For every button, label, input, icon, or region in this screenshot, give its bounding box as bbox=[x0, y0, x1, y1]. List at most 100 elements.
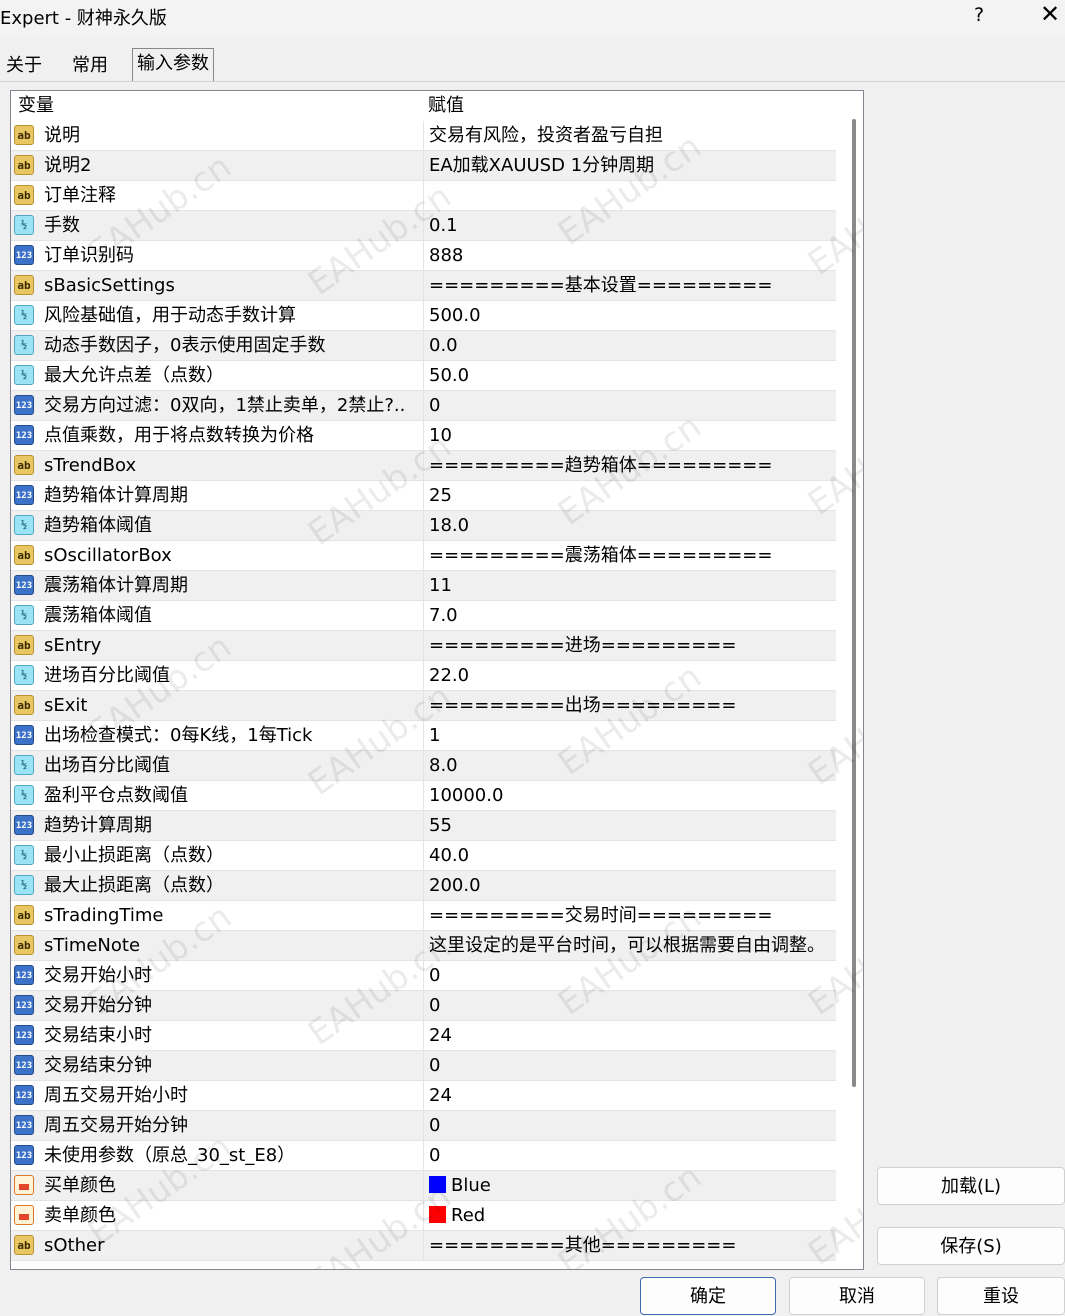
parameter-value[interactable]: 0 bbox=[423, 1141, 836, 1171]
parameter-value[interactable]: =========交易时间========= bbox=[423, 901, 836, 931]
parameter-row[interactable]: 123 周五交易开始小时 24 bbox=[11, 1081, 836, 1111]
parameter-value[interactable]: 交易有风险，投资者盈亏自担 bbox=[423, 121, 836, 151]
parameter-row[interactable]: ab sTimeNote 这里设定的是平台时间，可以根据需要自由调整。 bbox=[11, 931, 836, 961]
parameter-row[interactable]: 123 交易结束小时 24 bbox=[11, 1021, 836, 1051]
parameter-value[interactable]: 7.0 bbox=[423, 601, 836, 631]
parameter-name-cell: ½ 出场百分比阈值 bbox=[11, 751, 421, 781]
tab-about[interactable]: 关于 bbox=[2, 51, 46, 81]
close-button[interactable]: ✕ bbox=[1040, 0, 1060, 28]
parameter-value[interactable] bbox=[423, 181, 836, 211]
parameter-name-cell: ab sExit bbox=[11, 691, 421, 721]
parameter-row[interactable]: ab sOther =========其他========= bbox=[11, 1231, 836, 1261]
parameter-value[interactable]: 0 bbox=[423, 961, 836, 991]
parameter-value[interactable]: 24 bbox=[423, 1021, 836, 1051]
integer-type-icon: 123 bbox=[14, 575, 34, 595]
parameter-value[interactable]: =========进场========= bbox=[423, 631, 836, 661]
integer-type-icon: 123 bbox=[14, 995, 34, 1015]
header-variable[interactable]: 变量 bbox=[11, 91, 428, 121]
parameter-row[interactable]: ab 说明 交易有风险，投资者盈亏自担 bbox=[11, 121, 836, 151]
parameter-row[interactable]: ½ 最大允许点差（点数） 50.0 bbox=[11, 361, 836, 391]
parameter-value[interactable]: 22.0 bbox=[423, 661, 836, 691]
parameter-row[interactable]: ½ 动态手数因子，0表示使用固定手数 0.0 bbox=[11, 331, 836, 361]
parameter-value[interactable]: EA加载XAUUSD 1分钟周期 bbox=[423, 151, 836, 181]
parameter-row[interactable]: ab sTradingTime =========交易时间========= bbox=[11, 901, 836, 931]
tab-common[interactable]: 常用 bbox=[68, 51, 112, 81]
parameter-row[interactable]: 123 趋势箱体计算周期 25 bbox=[11, 481, 836, 511]
parameter-value[interactable]: 0 bbox=[423, 991, 836, 1021]
parameter-value[interactable]: 888 bbox=[423, 241, 836, 271]
parameter-value[interactable]: 24 bbox=[423, 1081, 836, 1111]
double-type-icon: ½ bbox=[14, 785, 34, 805]
parameter-row[interactable]: ½ 最小止损距离（点数） 40.0 bbox=[11, 841, 836, 871]
parameter-name-cell: ab sTimeNote bbox=[11, 931, 421, 961]
parameter-row[interactable]: ab sEntry =========进场========= bbox=[11, 631, 836, 661]
parameter-value[interactable]: 8.0 bbox=[423, 751, 836, 781]
tab-inputs[interactable]: 输入参数 bbox=[132, 48, 214, 82]
parameter-grid[interactable]: 变量 赋值 ab 说明 交易有风险，投资者盈亏自担 ab 说明2 EA加载XAUUSD 1… bbox=[10, 90, 864, 1270]
parameter-value[interactable]: 0 bbox=[423, 391, 836, 421]
parameter-value[interactable]: =========其他========= bbox=[423, 1231, 836, 1261]
vertical-scrollbar[interactable] bbox=[846, 91, 862, 1269]
parameter-row[interactable]: 卖单颜色 Red bbox=[11, 1201, 836, 1231]
parameter-value[interactable]: Blue bbox=[423, 1171, 836, 1201]
parameter-value[interactable]: 这里设定的是平台时间，可以根据需要自由调整。 bbox=[423, 931, 836, 961]
parameter-value[interactable]: 0.1 bbox=[423, 211, 836, 241]
parameter-row[interactable]: ½ 最大止损距离（点数） 200.0 bbox=[11, 871, 836, 901]
parameter-value[interactable]: =========出场========= bbox=[423, 691, 836, 721]
parameter-row[interactable]: 123 交易开始分钟 0 bbox=[11, 991, 836, 1021]
parameter-row[interactable]: ab sExit =========出场========= bbox=[11, 691, 836, 721]
parameter-value[interactable]: Red bbox=[423, 1201, 836, 1231]
parameter-row[interactable]: 123 震荡箱体计算周期 11 bbox=[11, 571, 836, 601]
parameter-row[interactable]: 123 趋势计算周期 55 bbox=[11, 811, 836, 841]
save-button[interactable]: 保存(S) bbox=[877, 1227, 1065, 1265]
parameter-value[interactable]: 500.0 bbox=[423, 301, 836, 331]
parameter-value[interactable]: 10 bbox=[423, 421, 836, 451]
parameter-row[interactable]: ½ 趋势箱体阈值 18.0 bbox=[11, 511, 836, 541]
parameter-value[interactable]: 0 bbox=[423, 1051, 836, 1081]
header-value[interactable]: 赋值 bbox=[423, 91, 836, 121]
scrollbar-thumb[interactable] bbox=[852, 119, 856, 1087]
parameter-row[interactable]: ½ 进场百分比阈值 22.0 bbox=[11, 661, 836, 691]
parameter-value[interactable]: =========震荡箱体========= bbox=[423, 541, 836, 571]
help-button[interactable]: ? bbox=[974, 4, 984, 26]
parameter-name-cell: ab sTrendBox bbox=[11, 451, 421, 481]
parameter-value[interactable]: 40.0 bbox=[423, 841, 836, 871]
parameter-row[interactable]: ab 说明2 EA加载XAUUSD 1分钟周期 bbox=[11, 151, 836, 181]
parameter-value[interactable]: 0.0 bbox=[423, 331, 836, 361]
parameter-row[interactable]: ab sBasicSettings =========基本设置========= bbox=[11, 271, 836, 301]
parameter-value[interactable]: 18.0 bbox=[423, 511, 836, 541]
parameter-row[interactable]: ½ 盈利平仓点数阈值 10000.0 bbox=[11, 781, 836, 811]
parameter-value[interactable]: 0 bbox=[423, 1111, 836, 1141]
parameter-value[interactable]: 50.0 bbox=[423, 361, 836, 391]
parameter-value[interactable]: 25 bbox=[423, 481, 836, 511]
parameter-value[interactable]: =========基本设置========= bbox=[423, 271, 836, 301]
parameter-row[interactable]: ab 订单注释 bbox=[11, 181, 836, 211]
parameter-value[interactable]: 1 bbox=[423, 721, 836, 751]
parameter-row[interactable]: ½ 风险基础值，用于动态手数计算 500.0 bbox=[11, 301, 836, 331]
parameter-name: sEntry bbox=[44, 635, 102, 656]
parameter-value[interactable]: 200.0 bbox=[423, 871, 836, 901]
parameter-value[interactable]: =========趋势箱体========= bbox=[423, 451, 836, 481]
parameter-row[interactable]: 123 交易结束分钟 0 bbox=[11, 1051, 836, 1081]
parameter-value[interactable]: 55 bbox=[423, 811, 836, 841]
parameter-row[interactable]: 123 订单识别码 888 bbox=[11, 241, 836, 271]
parameter-row[interactable]: ½ 震荡箱体阈值 7.0 bbox=[11, 601, 836, 631]
parameter-row[interactable]: 123 交易开始小时 0 bbox=[11, 961, 836, 991]
parameter-row[interactable]: ½ 手数 0.1 bbox=[11, 211, 836, 241]
cancel-button[interactable]: 取消 bbox=[789, 1277, 925, 1315]
parameter-value[interactable]: 10000.0 bbox=[423, 781, 836, 811]
parameter-row[interactable]: 买单颜色 Blue bbox=[11, 1171, 836, 1201]
parameter-row[interactable]: 123 点值乘数，用于将点数转换为价格 10 bbox=[11, 421, 836, 451]
parameter-row[interactable]: 123 周五交易开始分钟 0 bbox=[11, 1111, 836, 1141]
parameter-row[interactable]: 123 交易方向过滤：0双向，1禁止卖单，2禁止?.. 0 bbox=[11, 391, 836, 421]
parameter-value[interactable]: 11 bbox=[423, 571, 836, 601]
parameter-row[interactable]: 123 未使用参数（原总_30_st_E8） 0 bbox=[11, 1141, 836, 1171]
load-button[interactable]: 加载(L) bbox=[877, 1167, 1065, 1205]
parameter-row[interactable]: ab sOscillatorBox =========震荡箱体========= bbox=[11, 541, 836, 571]
color-type-icon bbox=[14, 1205, 34, 1225]
reset-button[interactable]: 重设 bbox=[937, 1277, 1065, 1315]
parameter-row[interactable]: ab sTrendBox =========趋势箱体========= bbox=[11, 451, 836, 481]
parameter-row[interactable]: ½ 出场百分比阈值 8.0 bbox=[11, 751, 836, 781]
ok-button[interactable]: 确定 bbox=[640, 1277, 776, 1315]
parameter-row[interactable]: 123 出场检查模式：0每K线，1每Tick 1 bbox=[11, 721, 836, 751]
